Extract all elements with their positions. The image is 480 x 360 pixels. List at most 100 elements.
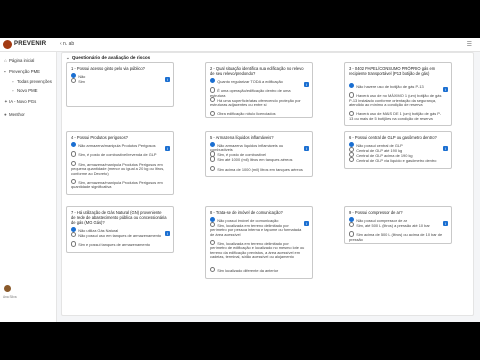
answer-option-label: Obra edificação rótulo licenciados (217, 111, 276, 117)
sidebar-item-home[interactable]: ⌂ Página inicial (4, 58, 34, 63)
question-card-4: 4 - Possui Produtos perigosos? i Não armaz… (66, 131, 174, 195)
question-card-6: 6 - Possui central de GLP ou gasômetro d… (344, 131, 452, 169)
sidebar-item-label: Página inicial (9, 58, 35, 63)
answer-option[interactable]: Sim, armazena/manipula Produtos Perigoso… (71, 179, 167, 190)
answer-option-label: Não armazena/manipula Produtos Perigosos (78, 142, 156, 148)
answer-option[interactable]: Sim, é posto de combustível/revenda de G… (71, 151, 167, 157)
question-text: 3 - 0402 PAPEL/CONSUMO PRÓPRIO gás em re… (349, 66, 436, 76)
sidebar-item-label: IA - Novo PGs (9, 99, 37, 104)
question-card-8: 8 - Trata-se de imóvel de comunicação? i N… (205, 206, 313, 279)
answer-option-label: Não possui uso em tanques de armazenamen… (78, 232, 162, 238)
panel-title[interactable]: ⌄ Questionário de avaliação de riscos (66, 55, 150, 61)
brand-name: PREVENIR (14, 41, 47, 47)
answer-option[interactable]: Central de GLP via líquido e gasômetro d… (349, 157, 445, 163)
radio-icon[interactable] (210, 267, 216, 273)
answer-option[interactable]: Sim, localizada em terreno delimitado po… (210, 240, 306, 260)
radio-icon[interactable] (210, 78, 216, 84)
radio-icon[interactable] (71, 232, 77, 238)
radio-icon[interactable] (210, 156, 216, 162)
answer-option-label: Sim, localizada em terreno delimitado po… (210, 222, 302, 237)
question-text: 7 - Há utilização de Gás Natural (GN) pr… (71, 210, 167, 225)
answer-option-label: Sim acima de 500 L (litros) ou acima de … (349, 232, 443, 242)
question-card-7: 7 - Há utilização de Gás Natural (GN) pr… (66, 206, 174, 253)
answer-option[interactable]: Não possui uso em tanques de armazenamen… (71, 232, 167, 238)
question-card-5: 5 - Armazena líquidos inflamáveis? i Não a… (205, 131, 313, 178)
radio-icon[interactable] (210, 165, 216, 171)
question-text: 2 - Qual situação identifica sua edifica… (210, 66, 304, 76)
main-content: ⌄ Questionário de avaliação de riscos 1 -… (58, 52, 476, 322)
answer-option-label: Sim, armazena/manipula Produtos Perigoso… (71, 179, 163, 190)
chevron-down-icon: ⌄ (66, 55, 70, 60)
answer-option[interactable]: Sim acima de 1000 (mil) litros em tanque… (210, 165, 306, 172)
answer-option[interactable]: Sim acima de 500 L (litros) ou acima de … (349, 231, 445, 242)
answer-option[interactable]: Haverá uso de no MÁXIMO 1 (um) botijão d… (349, 92, 445, 107)
answer-option-label: Não havere uso de botijão de gás P-13 (356, 83, 424, 89)
question-card-9: 9 - Possui compressor de ar? i Não possui … (344, 206, 452, 244)
radio-icon[interactable] (210, 110, 216, 116)
radio-icon[interactable] (71, 78, 77, 84)
answer-option[interactable]: Quanto regularizar TODA a edificação (210, 78, 306, 84)
sidebar-item-label: Prevenção PME (9, 69, 41, 74)
question-text: 6 - Possui central de GLP ou gasômetro d… (349, 135, 437, 140)
question-card-2: 2 - Qual situação identifica sua edifica… (205, 62, 313, 118)
answer-option[interactable]: Sim, armazena/manipula Produtos Perigoso… (71, 160, 167, 176)
answer-option-label: Sim acima de 1000 (mil) litros em tanque… (217, 166, 303, 172)
answer-option[interactable]: Sim (71, 78, 167, 84)
radio-icon[interactable] (349, 83, 355, 89)
sidebar-item-label: Menthor (9, 112, 25, 117)
sidebar-item-ai[interactable]: ✦IA - Novo PGs (4, 99, 36, 105)
sidebar-item-new-pme[interactable]: ▫ Novo PME (12, 88, 38, 93)
logo-icon (3, 40, 12, 49)
sidebar-item-label: Novo PME (17, 88, 38, 93)
question-text: 5 - Armazena líquidos inflamáveis? (210, 135, 274, 140)
breadcrumb[interactable]: ‹ n. ab (60, 41, 74, 47)
radio-icon[interactable] (349, 231, 355, 237)
answer-option[interactable]: Haverá uso de MAIS DE 1 (um) botijão de … (349, 110, 445, 122)
answer-option-label: Sim até 1000 (mil) litros em tanques aér… (217, 157, 293, 163)
sidebar: ⌂ Página inicial ▪ Prevenção PME ▫ Todas pr… (0, 52, 57, 322)
radio-icon[interactable] (71, 151, 77, 157)
answer-option[interactable]: Há uma superfície/atas oferecendo proteç… (210, 96, 306, 108)
panel-title-text: Questionário de avaliação de riscos (71, 55, 151, 60)
answer-option[interactable]: Sim, até 500 L (litros) a pressão até 10… (349, 222, 445, 228)
answer-option-label: Sim, até 500 L (litros) a pressão até 10… (356, 222, 430, 228)
app-window: PREVENIR ‹ n. ab ☰ ⌂ Página inicial ▪ Prev… (0, 38, 480, 322)
answer-option[interactable]: Sim, localizada em terreno delimitado po… (210, 222, 306, 237)
radio-icon[interactable] (349, 110, 355, 116)
answer-option-label: Haverá uso de MAIS DE 1 (um) botijão de … (349, 111, 442, 121)
radio-icon[interactable] (349, 92, 355, 98)
answer-option[interactable]: Sim localizado diferente da anterior (210, 267, 306, 273)
radio-icon[interactable] (71, 142, 77, 148)
answer-option[interactable]: Obra edificação rótulo licenciados (210, 110, 306, 117)
answer-option[interactable]: Não havere uso de botijão de gás P-13 (349, 83, 445, 89)
sidebar-item-label: Todas prevenções (17, 79, 52, 84)
question-text: 8 - Trata-se de imóvel de comunicação? (210, 210, 283, 215)
user-name: Ana Silva (3, 295, 17, 299)
answer-option-label: Sim localizado diferente da anterior (217, 268, 279, 274)
sidebar-item-mentor[interactable]: ● Menthor (4, 112, 25, 117)
radio-icon[interactable] (349, 157, 355, 163)
answer-option-label: Central de GLP via líquido e gasômetro d… (356, 157, 437, 163)
answer-option-label: Sim, localizada em terreno delimitado po… (210, 241, 305, 260)
sidebar-item-prevention[interactable]: ▪ Prevenção PME (4, 69, 40, 74)
answer-option[interactable]: Sim e possui tanques de armazenamento (71, 241, 167, 247)
top-bar: PREVENIR ‹ n. ab ☰ (0, 38, 480, 52)
answer-option[interactable]: Sim até 1000 (mil) litros em tanques aér… (210, 156, 306, 162)
answer-option-label: Sim, é posto de combustível/revenda de G… (78, 152, 157, 158)
radio-icon[interactable] (210, 87, 216, 93)
answer-option-label: Quanto regularizar TODA a edificação (217, 78, 283, 84)
answer-option-label: Sim e possui tanques de armazenamento (78, 242, 150, 248)
radio-icon[interactable] (349, 222, 355, 228)
avatar[interactable] (4, 285, 11, 292)
answer-option[interactable]: Não armazena/manipula Produtos Perigosos (71, 142, 167, 148)
question-card-3: 3 - 0402 PAPEL/CONSUMO PRÓPRIO gás em re… (344, 62, 452, 127)
menu-icon[interactable]: ☰ (467, 41, 472, 48)
question-text: 9 - Possui compressor de ar? (349, 210, 403, 215)
question-text: 4 - Possui Produtos perigosos? (71, 135, 128, 140)
video-frame: PREVENIR ‹ n. ab ☰ ⌂ Página inicial ▪ Prev… (0, 0, 480, 360)
sidebar-item-all-preventions[interactable]: ▫ Todas prevenções (12, 79, 52, 84)
answer-option-label: Há uma superfície/atas oferecendo proteç… (210, 97, 301, 108)
radio-icon[interactable] (71, 241, 77, 247)
question-card-1: 1 - Possui acesso ginto pelo via público… (66, 62, 174, 107)
answer-option-label: Haverá uso de no MÁXIMO 1 (um) botijão d… (349, 93, 442, 108)
